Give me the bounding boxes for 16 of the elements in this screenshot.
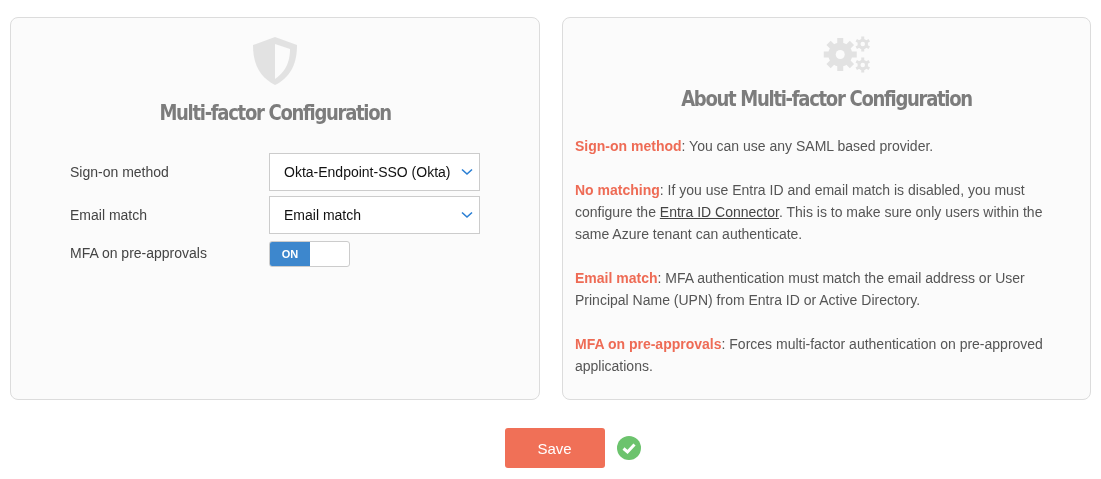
dropdown-field[interactable]: Okta-Endpoint-SSO (Okta) (269, 153, 480, 191)
shield-icon (251, 36, 299, 86)
panel-title: Multi-factor Configuration (159, 100, 391, 125)
dropdown-field[interactable]: Email match (269, 196, 480, 234)
help-paragraph: Sign-on method: You can use any SAML based provider. (575, 137, 935, 156)
help-paragraph: Email match: MFA authentication must match the email address or User Principal Name (UPN) from Entra ID or Active Directory. (575, 269, 1026, 310)
caret-icon (461, 168, 473, 176)
caret-icon (461, 211, 473, 219)
panel-title: About Multi-factor Configuration (680, 86, 973, 111)
field-label: Sign-on method (70, 164, 170, 180)
toggle-switch[interactable]: ON (269, 241, 350, 267)
connector-link[interactable]: Entra ID Connector (659, 204, 779, 220)
field-label: Email match (70, 207, 149, 223)
help-paragraph: MFA on pre-approvals: Forces multi-factor authentication on pre-approved applications. (575, 335, 1044, 376)
field-label: MFA on pre-approvals (70, 245, 208, 261)
help-paragraph: No matching: If you use Entra ID and email match is disabled, you must configure the Entra ID Connector. This is to make sure only users within the same Azure tenant can authenticate. (575, 181, 1044, 244)
